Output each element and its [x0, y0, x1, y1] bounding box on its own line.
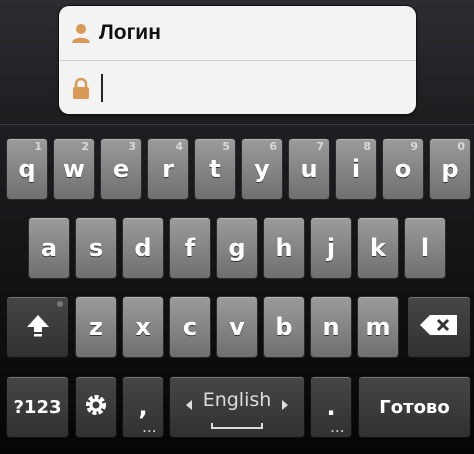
app-background: Логин: [0, 0, 474, 124]
key-g[interactable]: g: [216, 217, 258, 279]
key-a[interactable]: a: [28, 217, 70, 279]
settings-key[interactable]: [75, 376, 117, 438]
key-z[interactable]: z: [75, 296, 117, 358]
settings-gear-icon: [85, 394, 107, 420]
symbols-key[interactable]: ?123: [6, 376, 69, 438]
key-f[interactable]: f: [169, 217, 211, 279]
key-q[interactable]: q1: [6, 138, 48, 200]
key-m[interactable]: m: [357, 296, 399, 358]
key-u[interactable]: u7: [288, 138, 330, 200]
key-s[interactable]: s: [75, 217, 117, 279]
key-j[interactable]: j: [310, 217, 352, 279]
arrow-left-icon: [186, 400, 192, 410]
username-label: Логин: [99, 21, 161, 44]
username-field[interactable]: Логин: [59, 6, 416, 61]
key-e[interactable]: e3: [100, 138, 142, 200]
key-p[interactable]: p0: [429, 138, 471, 200]
space-icon: [211, 423, 263, 429]
text-cursor: [101, 74, 103, 102]
key-d[interactable]: d: [122, 217, 164, 279]
space-key[interactable]: English: [169, 376, 305, 438]
key-k[interactable]: k: [357, 217, 399, 279]
key-x[interactable]: x: [122, 296, 164, 358]
delete-key[interactable]: [407, 296, 471, 358]
key-v[interactable]: v: [216, 296, 258, 358]
arrow-right-icon: [282, 400, 288, 410]
done-key[interactable]: Готово: [358, 376, 471, 438]
soft-keyboard: q1 w2 e3 r4 t5 y6 u7 i8 o9 p0 a s d f g …: [0, 124, 474, 454]
shift-indicator-dot: [57, 301, 63, 307]
key-y[interactable]: y6: [241, 138, 283, 200]
key-w[interactable]: w2: [53, 138, 95, 200]
key-o[interactable]: o9: [382, 138, 424, 200]
key-c[interactable]: c: [169, 296, 211, 358]
key-b[interactable]: b: [263, 296, 305, 358]
key-i[interactable]: i8: [335, 138, 377, 200]
comma-key[interactable]: , ...: [122, 376, 164, 438]
key-l[interactable]: l: [404, 217, 446, 279]
language-label: English: [202, 389, 272, 411]
period-key[interactable]: . ...: [310, 376, 352, 438]
backspace-icon: [419, 314, 459, 340]
key-r[interactable]: r4: [147, 138, 189, 200]
password-field[interactable]: [59, 61, 416, 115]
shift-arrow-icon: [25, 313, 51, 341]
login-form-card: Логин: [59, 6, 416, 114]
lock-icon: [69, 76, 93, 100]
key-t[interactable]: t5: [194, 138, 236, 200]
shift-key[interactable]: [6, 296, 69, 358]
key-n[interactable]: n: [310, 296, 352, 358]
key-h[interactable]: h: [263, 217, 305, 279]
user-icon: [69, 21, 93, 45]
